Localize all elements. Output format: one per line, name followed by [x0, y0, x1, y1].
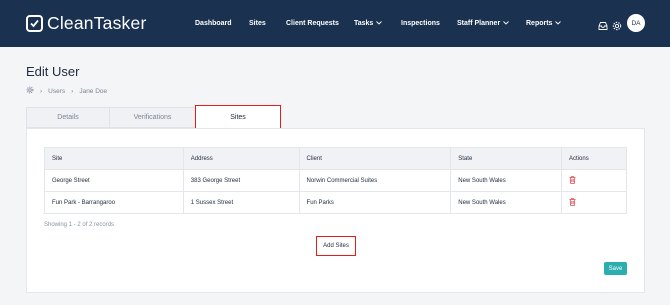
chevron-down-icon [503, 20, 510, 27]
tab-sites[interactable]: Sites [195, 105, 281, 129]
top-navbar: CleanTasker Dashboard Sites Client Reque… [0, 0, 670, 47]
cell-actions [561, 191, 627, 214]
nav-reports[interactable]: Reports [526, 0, 562, 47]
nav-staff-planner[interactable]: Staff Planner [457, 0, 510, 47]
column-header-site[interactable]: Site [44, 147, 184, 170]
cell-state: New South Wales [450, 191, 563, 214]
chevron-down-icon [555, 20, 562, 27]
breadcrumb-current: Jane Doe [79, 87, 108, 95]
tab-label: Details [57, 114, 79, 121]
avatar-initials: DA [631, 19, 641, 27]
breadcrumb-users[interactable]: Users [48, 88, 65, 95]
cell-address: 383 George Street [182, 169, 300, 192]
gear-icon[interactable] [612, 18, 622, 31]
cell-client: Fun Parks [298, 191, 452, 214]
nav-inspections[interactable]: Inspections [401, 0, 440, 47]
chevron-down-icon [376, 20, 383, 27]
app-name: CleanTasker [47, 13, 147, 33]
save-button[interactable]: Save [604, 262, 627, 275]
button-label: Add Sites [323, 243, 349, 249]
cell-client: Norwin Commercial Suites [298, 169, 452, 192]
nav-tasks[interactable]: Tasks [354, 0, 383, 47]
tab-verifications[interactable]: Verifications [109, 107, 196, 128]
breadcrumb: › Users › Jane Doe [26, 86, 107, 96]
trash-icon[interactable] [569, 175, 576, 186]
trash-icon[interactable] [569, 197, 576, 208]
inbox-icon[interactable] [598, 18, 608, 30]
gear-icon[interactable] [26, 86, 34, 96]
page-title: Edit User [26, 64, 80, 79]
nav-label: Tasks [354, 20, 374, 27]
nav-sites[interactable]: Sites [249, 0, 266, 47]
nav-dashboard[interactable]: Dashboard [195, 0, 232, 47]
nav-label: Sites [249, 20, 266, 27]
add-sites-button[interactable]: Add Sites [316, 236, 356, 256]
user-avatar[interactable]: DA [627, 14, 645, 32]
column-header-client[interactable]: Client [298, 147, 452, 170]
nav-label: Client Requests [286, 20, 339, 27]
nav-label: Reports [526, 20, 553, 27]
cell-site: George Street [44, 169, 184, 192]
column-header-actions: Actions [561, 147, 627, 170]
table-header-row: Site Address Client State Actions [44, 147, 627, 170]
records-count: Showing 1 - 2 of 2 records [44, 222, 115, 228]
tab-label: Verifications [133, 114, 172, 121]
app-logo[interactable]: CleanTasker [26, 13, 146, 34]
chevron-right-icon: › [71, 87, 74, 95]
cell-actions [561, 169, 627, 192]
table-row: George Street 383 George Street Norwin C… [44, 169, 627, 192]
column-header-state[interactable]: State [450, 147, 563, 170]
logo-icon [26, 15, 43, 32]
nav-client-requests[interactable]: Client Requests [286, 0, 339, 47]
nav-label: Inspections [401, 20, 440, 27]
table-row: Fun Park - Barrangaroo 1 Sussex Street F… [44, 191, 627, 214]
chevron-right-icon: › [40, 87, 43, 95]
cell-site: Fun Park - Barrangaroo [44, 191, 184, 214]
tab-details[interactable]: Details [26, 107, 110, 128]
cell-address: 1 Sussex Street [182, 191, 300, 214]
cell-state: New South Wales [450, 169, 563, 192]
nav-label: Dashboard [195, 20, 232, 27]
tab-label: Sites [230, 113, 246, 121]
column-header-address[interactable]: Address [182, 147, 300, 170]
sites-table: Site Address Client State Actions George… [44, 147, 627, 214]
button-label: Save [608, 265, 623, 272]
nav-label: Staff Planner [457, 20, 501, 27]
